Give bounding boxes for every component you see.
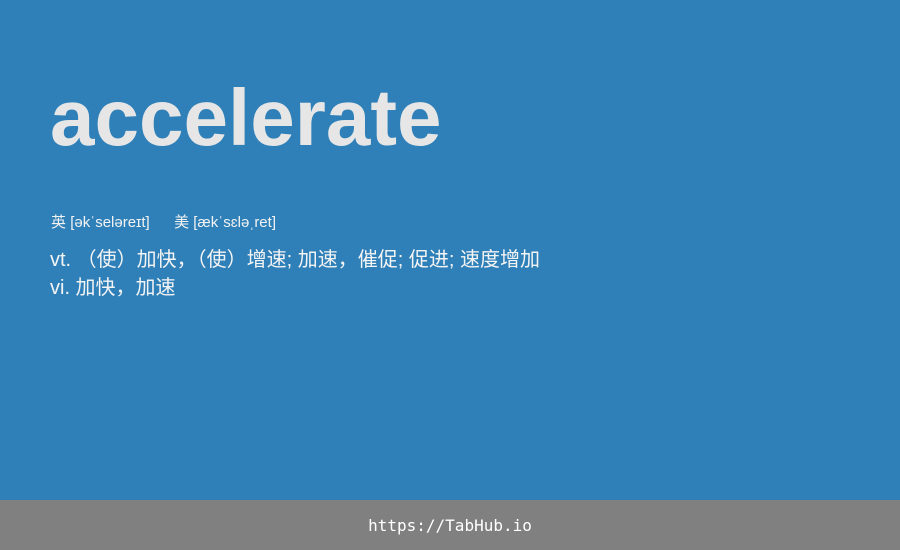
uk-label: 英 — [51, 214, 67, 231]
tabhub-link[interactable]: https://TabHub.io — [368, 516, 532, 535]
us-label: 美 — [174, 214, 190, 231]
definition-transitive: vt. （使）加快，（使）增速; 加速，催促; 促进; 速度增加 — [50, 249, 541, 271]
pronunciation-row: 英 [əkˈseləreɪt] 美 [ækˈsɛləˌret] — [51, 213, 276, 233]
word-card: accelerate 英 [əkˈseləreɪt] 美 [ækˈsɛləˌre… — [0, 0, 900, 500]
uk-phonetic: [əkˈseləreɪt] — [70, 214, 150, 231]
definitions: vt. （使）加快，（使）增速; 加速，催促; 促进; 速度增加 vi. 加快，… — [50, 246, 540, 302]
us-phonetic: [ækˈsɛləˌret] — [193, 214, 276, 231]
footer-bar: https://TabHub.io — [0, 500, 900, 550]
definition-intransitive: vi. 加快，加速 — [50, 277, 176, 299]
headword: accelerate — [50, 73, 442, 162]
